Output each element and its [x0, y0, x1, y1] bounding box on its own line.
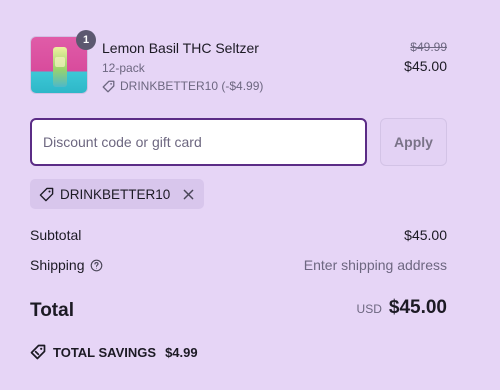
- total-label: Total: [30, 300, 74, 321]
- total-row: Total USD $45.00: [30, 297, 447, 323]
- product-variant: 12-pack: [102, 61, 145, 75]
- applied-discount-tag: DRINKBETTER10: [30, 179, 205, 209]
- savings-label: TOTAL SAVINGS: [53, 344, 157, 360]
- cart-line-item: 1 Lemon Basil THC Seltzer 12-pack DRINKB…: [30, 30, 447, 96]
- shipping-value: Enter shipping address: [303, 257, 447, 273]
- discount-code-input[interactable]: [30, 118, 367, 166]
- currency-code: USD: [356, 302, 382, 316]
- discount-form: Apply: [30, 118, 447, 166]
- remove-discount-button[interactable]: [180, 186, 196, 202]
- product-discount: DRINKBETTER10 (-$4.99): [102, 79, 263, 93]
- applied-discount-code: DRINKBETTER10: [60, 186, 171, 202]
- help-icon[interactable]: [90, 259, 103, 272]
- quantity-badge: 1: [76, 30, 96, 50]
- product-discount-text: DRINKBETTER10 (-$4.99): [120, 79, 264, 93]
- seltzer-can-graphic: [53, 47, 67, 87]
- product-thumbnail-wrap: 1: [30, 30, 96, 94]
- savings-amount: $4.99: [165, 344, 198, 360]
- subtotal-value: $45.00: [404, 227, 447, 243]
- subtotal-row: Subtotal $45.00: [30, 227, 447, 247]
- tag-icon: [102, 80, 115, 93]
- product-price: $49.99 $45.00: [404, 40, 447, 75]
- close-icon: [183, 189, 194, 199]
- tag-icon: [39, 187, 54, 202]
- product-info: Lemon Basil THC Seltzer 12-pack DRINKBET…: [102, 40, 263, 93]
- total-amount: $45.00: [388, 297, 447, 318]
- shipping-label: Shipping: [30, 257, 85, 273]
- total-savings: TOTAL SAVINGS $4.99: [30, 344, 447, 360]
- shipping-label-group: Shipping: [30, 257, 103, 273]
- compare-at-price: $49.99: [410, 40, 447, 54]
- product-name: Lemon Basil THC Seltzer: [102, 40, 259, 56]
- order-summary: 1 Lemon Basil THC Seltzer 12-pack DRINKB…: [30, 30, 447, 360]
- savings-tag-icon: [30, 344, 46, 360]
- total-value-group: USD $45.00: [357, 297, 447, 319]
- final-price: $45.00: [404, 58, 447, 74]
- subtotal-label: Subtotal: [30, 227, 82, 243]
- apply-discount-button[interactable]: Apply: [380, 118, 447, 166]
- shipping-row: Shipping Enter shipping address: [30, 257, 447, 277]
- applied-discounts: DRINKBETTER10: [30, 179, 447, 209]
